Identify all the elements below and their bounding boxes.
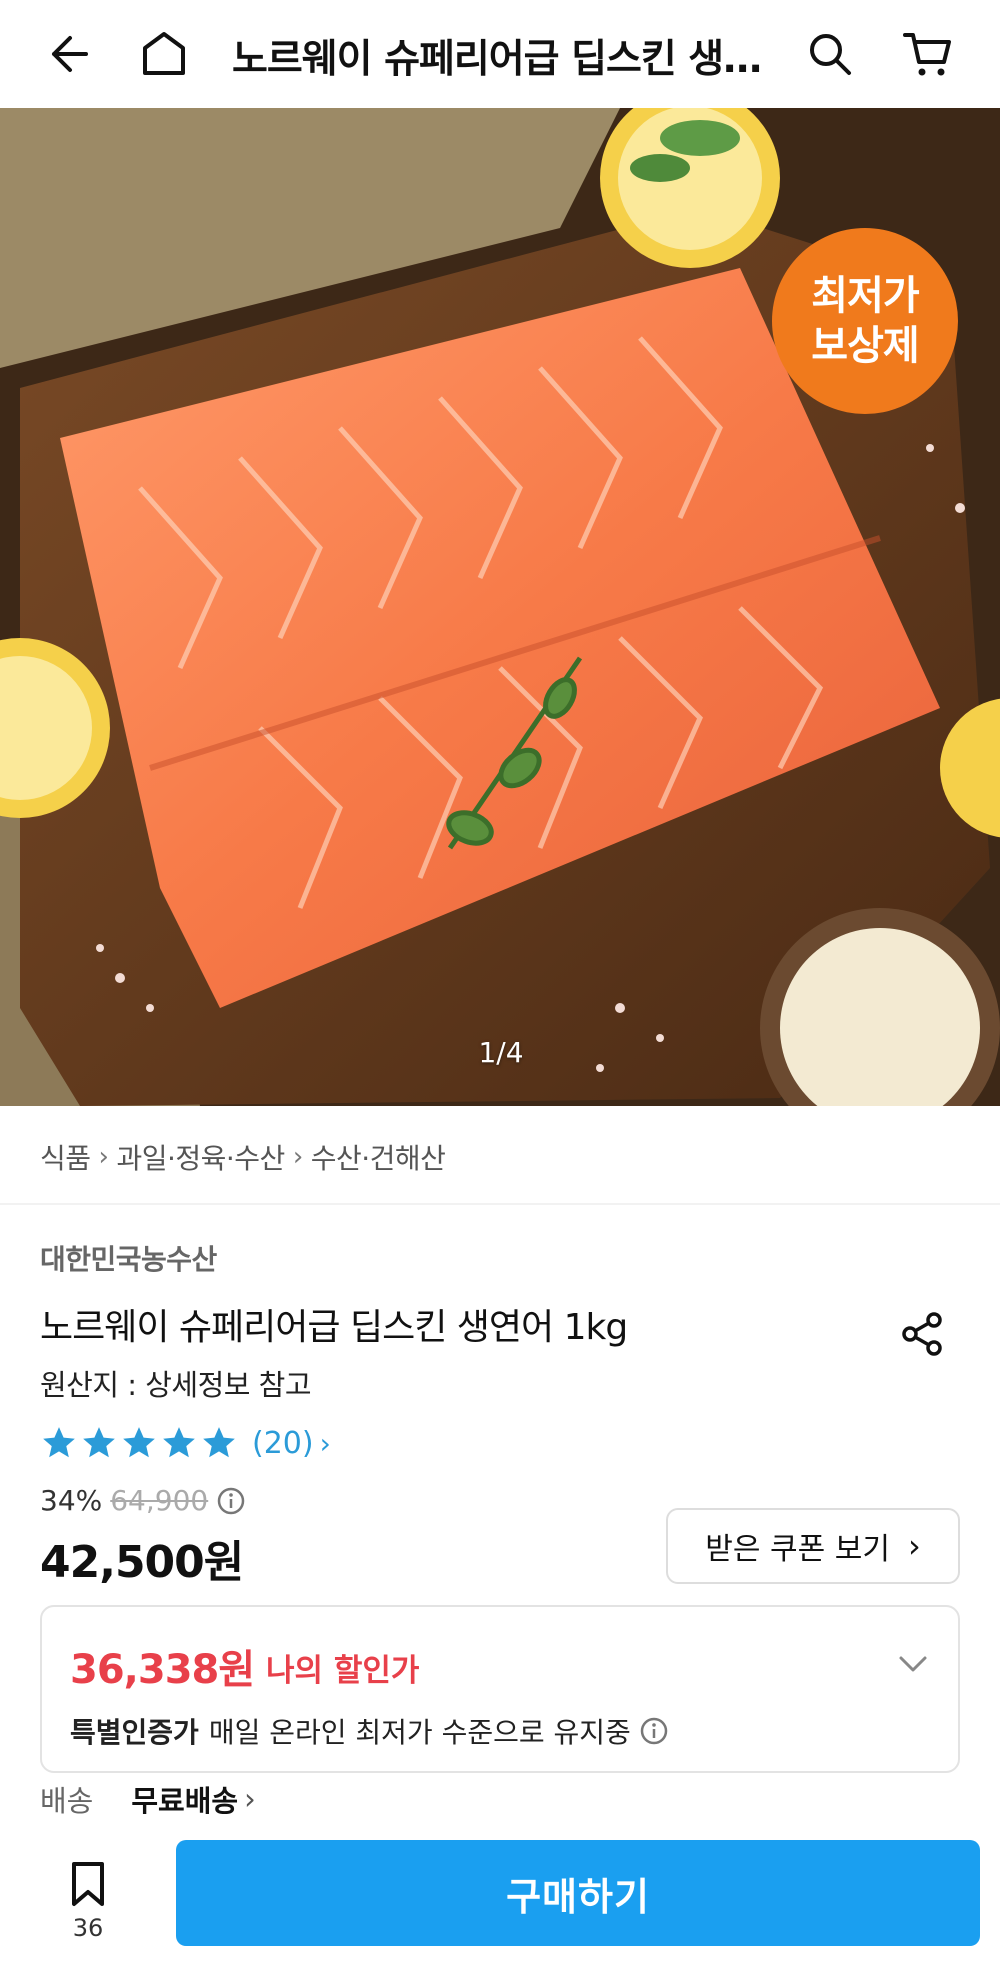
buy-button[interactable]: 구매하기 (176, 1840, 980, 1946)
price-discount-row: 34% 64,900 (40, 1484, 246, 1517)
wishlist-count: 36 (72, 1914, 104, 1942)
wishlist-button[interactable]: 36 (48, 1860, 128, 1942)
my-discount-label: 나의 할인가 (266, 1653, 420, 1689)
badge-line1: 최저가 (811, 273, 919, 319)
shipping-label: 배송 (40, 1784, 94, 1818)
badge-line2: 보상제 (811, 323, 919, 369)
image-page-indicator: 1/4 (478, 1036, 524, 1069)
cart-icon (903, 33, 951, 76)
chevron-right-icon: › (319, 1426, 331, 1460)
my-discount-panel[interactable]: 36,338원 나의 할인가 특별인증가 매일 온라인 최저가 수준으로 유지중 (40, 1605, 960, 1773)
special-price-note: 특별인증가 매일 온라인 최저가 수준으로 유지중 (70, 1711, 669, 1751)
star-icon (43, 1427, 75, 1458)
star-icon (163, 1427, 195, 1458)
search-icon (810, 34, 851, 75)
chevron-right-icon: › (98, 1142, 109, 1172)
coupon-button-label: 받은 쿠폰 보기 (705, 1532, 890, 1567)
chevron-right-icon: › (244, 1782, 256, 1816)
discount-percent: 34% (40, 1484, 103, 1517)
star-icon (203, 1427, 235, 1458)
my-discount-price: 36,338원 (70, 1647, 255, 1693)
search-button[interactable] (800, 24, 860, 84)
share-button[interactable] (894, 1306, 950, 1362)
back-button[interactable] (36, 24, 96, 84)
special-price-tag: 특별인증가 (70, 1716, 199, 1749)
info-icon[interactable] (639, 1716, 669, 1746)
shipping-value: 무료배송 (131, 1784, 239, 1818)
star-icon (83, 1427, 115, 1458)
bottom-action-bar: 36 구매하기 (0, 1830, 1000, 1964)
chevron-right-icon: › (907, 1527, 921, 1565)
info-icon[interactable] (216, 1486, 246, 1516)
breadcrumb-item-seafood[interactable]: 수산·건해산 (311, 1137, 446, 1177)
share-icon (902, 1312, 942, 1356)
star-icon (123, 1427, 155, 1458)
review-count[interactable]: (20) (252, 1426, 314, 1461)
back-arrow-icon (52, 36, 88, 72)
chevron-right-icon: › (292, 1142, 303, 1172)
rating-summary[interactable]: (20) › (40, 1424, 331, 1462)
cart-button[interactable] (898, 24, 958, 84)
brand-name[interactable]: 대한민국농수산 (40, 1238, 217, 1278)
breadcrumb: 식품 › 과일·정육·수산 › 수산·건해산 (40, 1137, 446, 1177)
chevron-down-icon[interactable] (896, 1647, 930, 1681)
special-price-text: 매일 온라인 최저가 수준으로 유지중 (208, 1716, 631, 1749)
origin-info: 원산지 : 상세정보 참고 (40, 1368, 312, 1402)
lowest-price-badge: 최저가 보상제 (772, 228, 958, 414)
bookmark-icon (72, 1862, 104, 1906)
product-title: 노르웨이 슈페리어급 딥스킨 생연어 1kg (40, 1307, 628, 1348)
shipping-row[interactable]: 배송 무료배송 › (40, 1778, 256, 1820)
sale-price: 42,500원 (40, 1537, 244, 1588)
home-button[interactable] (134, 24, 194, 84)
product-image-carousel[interactable]: 최저가 보상제 1/4 (0, 108, 1000, 1106)
original-price: 64,900 (110, 1484, 209, 1517)
top-app-bar: 노르웨이 슈페리어급 딥스킨 생… (0, 0, 1000, 108)
breadcrumb-item-fruit-meat-seafood[interactable]: 과일·정육·수산 (116, 1137, 285, 1177)
section-divider (0, 1203, 1000, 1205)
page-title: 노르웨이 슈페리어급 딥스킨 생… (232, 37, 762, 82)
home-icon (143, 32, 185, 75)
view-coupons-button[interactable]: 받은 쿠폰 보기 › (666, 1508, 960, 1584)
breadcrumb-item-food[interactable]: 식품 (40, 1137, 91, 1177)
